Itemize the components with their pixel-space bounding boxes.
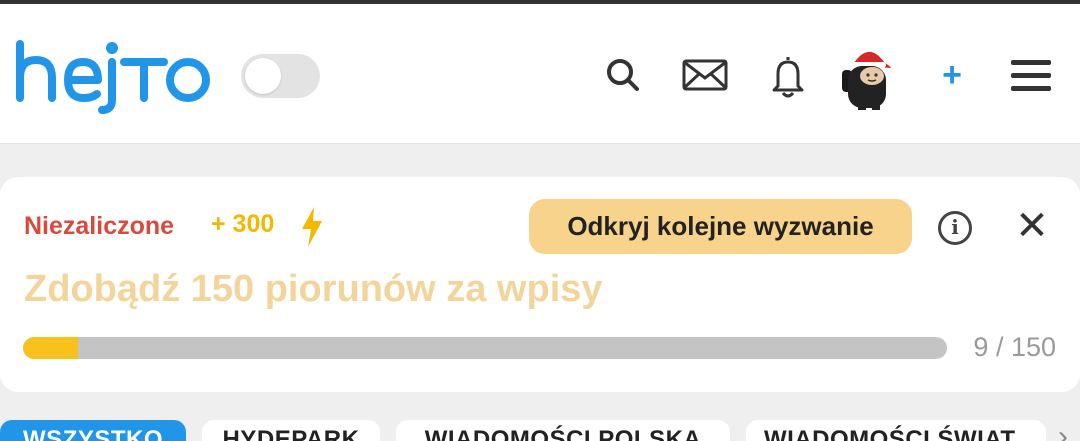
progress-text: 9 / 150 <box>973 332 1056 362</box>
category-tabs: WSZYSTKO HYDEPARK WIADOMOŚCI POLSKA WIAD… <box>0 420 1080 441</box>
tabs-scroll-right-icon[interactable]: › <box>1058 422 1068 441</box>
add-post-button[interactable]: + <box>932 50 972 100</box>
theme-toggle[interactable] <box>241 54 320 98</box>
menu-icon[interactable] <box>1008 56 1054 96</box>
toggle-knob <box>245 58 281 94</box>
tab-hydepark[interactable]: HYDEPARK <box>202 420 380 441</box>
lightning-icon <box>298 205 326 254</box>
challenge-status: Niezaliczone <box>24 212 175 240</box>
mail-icon[interactable] <box>680 54 730 96</box>
discover-challenge-button[interactable]: Odkryj kolejne wyzwanie <box>529 199 912 254</box>
search-icon[interactable] <box>602 54 644 96</box>
challenge-title: Zdobądź 150 piorunów za wpisy <box>24 268 603 310</box>
challenge-progress-bar <box>23 337 947 359</box>
bell-icon[interactable] <box>766 50 810 102</box>
tab-wiadomosci-swiat[interactable]: WIADOMOŚCI ŚWIAT <box>746 420 1046 441</box>
app-header: + <box>0 4 1080 144</box>
tab-wszystko[interactable]: WSZYSTKO <box>0 420 186 441</box>
info-icon[interactable]: i <box>938 211 972 245</box>
challenge-points: + 300 <box>211 210 275 238</box>
hejto-logo[interactable] <box>14 34 214 114</box>
avatar[interactable] <box>838 38 898 112</box>
tab-wiadomosci-polska[interactable]: WIADOMOŚCI POLSKA <box>396 420 730 441</box>
close-icon[interactable]: ✕ <box>1012 206 1052 246</box>
progress-fill <box>23 337 79 359</box>
